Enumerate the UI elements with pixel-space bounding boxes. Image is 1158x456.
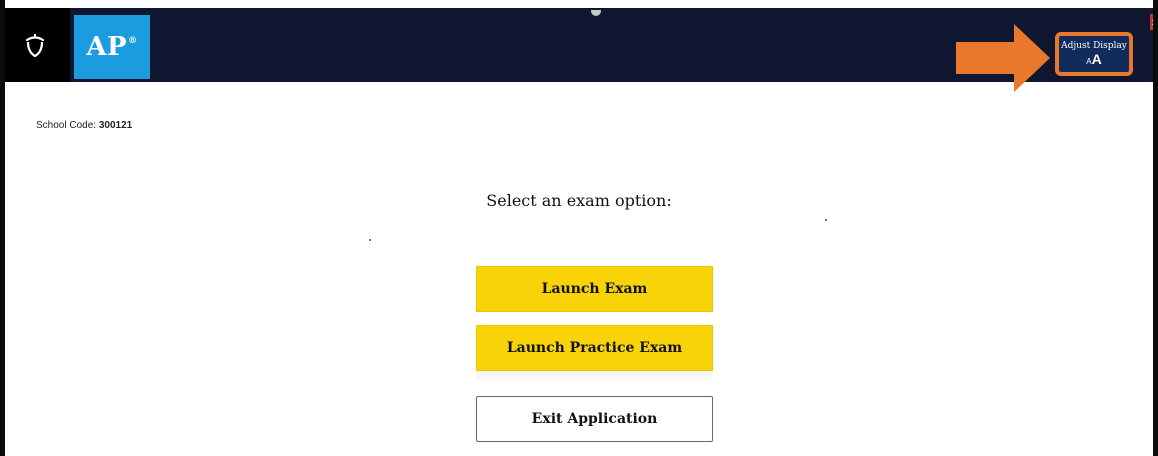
launch-exam-button[interactable]: Launch Exam bbox=[476, 266, 713, 312]
ap-logo: AP ® bbox=[74, 15, 150, 79]
ap-logo-text: AP bbox=[86, 32, 128, 62]
exit-application-button[interactable]: Exit Application bbox=[476, 396, 713, 442]
screen-right-edge bbox=[1153, 0, 1158, 456]
screen-left-edge bbox=[0, 0, 5, 456]
adjust-display-button[interactable]: Adjust Display AA bbox=[1055, 32, 1133, 76]
adjust-display-label: Adjust Display bbox=[1061, 41, 1127, 51]
font-size-icon-large: A bbox=[1091, 51, 1102, 67]
college-board-logo bbox=[0, 8, 70, 82]
arrow-right-icon bbox=[956, 24, 1050, 92]
screen-speck bbox=[825, 219, 827, 221]
launch-practice-exam-button[interactable]: Launch Practice Exam bbox=[476, 325, 713, 371]
acorn-icon bbox=[25, 34, 45, 58]
font-size-icon: AA bbox=[1059, 51, 1129, 70]
screen-speck bbox=[369, 239, 371, 241]
school-code: School Code: 300121 bbox=[36, 120, 132, 131]
button-divider bbox=[476, 371, 713, 383]
school-code-value: 300121 bbox=[98, 120, 133, 131]
ap-logo-mark: ® bbox=[128, 36, 138, 46]
school-code-label: School Code: bbox=[36, 120, 97, 131]
screen-top-edge bbox=[0, 0, 1158, 8]
exam-option-prompt: Select an exam option: bbox=[486, 191, 672, 210]
